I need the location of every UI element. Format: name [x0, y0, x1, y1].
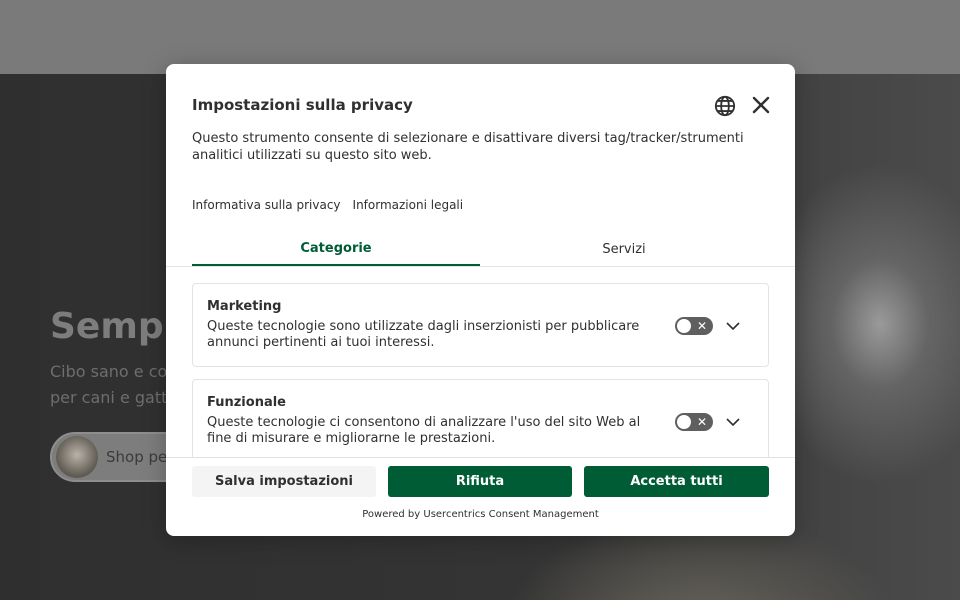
close-icon[interactable] — [751, 95, 771, 115]
hero-subtitle: Cibo sano e co per cani e gatt — [50, 362, 168, 407]
shop-button-label: Shop per — [106, 448, 174, 466]
accept-all-button[interactable]: Accetta tutti — [584, 466, 769, 497]
tab-categories[interactable]: Categorie — [192, 232, 480, 266]
chevron-down-icon[interactable] — [725, 318, 741, 334]
toggle-off-icon: ✕ — [697, 415, 708, 429]
toggle-knob — [677, 319, 691, 333]
privacy-settings-dialog: Impostazioni sulla privacy Questo strume… — [166, 64, 795, 536]
dialog-title: Impostazioni sulla privacy — [192, 96, 413, 114]
category-title: Marketing — [207, 299, 282, 314]
dog-avatar — [56, 436, 98, 478]
deny-button[interactable]: Rifiuta — [388, 466, 572, 497]
functional-toggle[interactable]: ✕ — [675, 413, 713, 431]
legal-info-link[interactable]: Informazioni legali — [353, 198, 464, 212]
footer-divider — [166, 457, 795, 458]
privacy-policy-link[interactable]: Informativa sulla privacy — [192, 198, 341, 212]
globe-icon[interactable] — [714, 95, 736, 117]
dialog-description: Questo strumento consente di selezionare… — [192, 131, 744, 163]
category-card-functional: Funzionale Queste tecnologie ci consento… — [192, 379, 769, 457]
chevron-down-icon[interactable] — [725, 414, 741, 430]
marketing-toggle[interactable]: ✕ — [675, 317, 713, 335]
category-description: Queste tecnologie ci consentono di anali… — [207, 415, 641, 446]
toggle-knob — [677, 415, 691, 429]
legal-links: Informativa sulla privacy Informazioni l… — [192, 198, 463, 212]
category-list[interactable]: Marketing Queste tecnologie sono utilizz… — [166, 267, 795, 457]
tab-bar: Categorie Servizi — [192, 232, 768, 266]
toggle-off-icon: ✕ — [697, 319, 708, 333]
powered-by-text: Powered by Usercentrics Consent Manageme… — [362, 509, 599, 520]
category-card-marketing: Marketing Queste tecnologie sono utilizz… — [192, 283, 769, 367]
tab-services[interactable]: Servizi — [480, 232, 768, 266]
page-header-background — [0, 0, 960, 74]
save-settings-button[interactable]: Salva impostazioni — [192, 466, 376, 497]
category-description: Queste tecnologie sono utilizzate dagli … — [207, 319, 640, 350]
hero-title: Sempl — [50, 306, 176, 347]
category-title: Funzionale — [207, 395, 286, 410]
